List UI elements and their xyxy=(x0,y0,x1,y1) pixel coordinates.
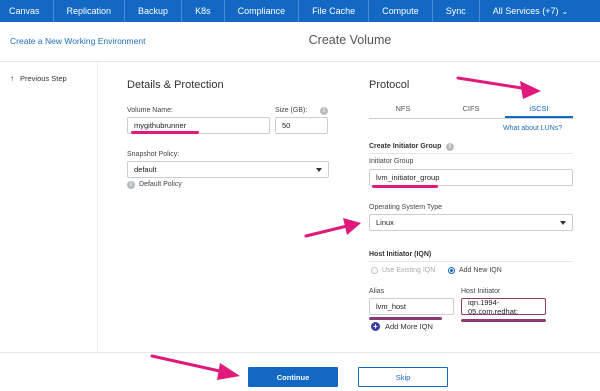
size-label: Size (GB): xyxy=(275,107,308,114)
previous-step-label: Previous Step xyxy=(20,74,67,83)
use-existing-iqn-label: Use Existing IQN xyxy=(382,267,436,274)
host-initiator-iqn-title: Host Initiator (IQN) xyxy=(369,251,432,258)
highlight-underline xyxy=(461,319,546,322)
volume-name-label: Volume Name: xyxy=(127,107,173,114)
add-more-iqn-label: Add More IQN xyxy=(385,322,433,331)
chevron-down-icon: ⌄ xyxy=(561,6,569,16)
arrow-head-icon xyxy=(520,81,541,99)
tab-cifs[interactable]: CIFS xyxy=(437,100,505,118)
os-type-select[interactable]: Linux xyxy=(369,214,573,231)
skip-button[interactable]: Skip xyxy=(358,367,448,387)
info-icon: i xyxy=(127,181,135,189)
sidebar-divider xyxy=(97,62,98,352)
add-new-iqn-label: Add New IQN xyxy=(459,267,502,274)
host-initiator-label: Host Initiator xyxy=(461,288,501,295)
highlight-underline xyxy=(131,131,199,134)
highlight-underline xyxy=(369,317,442,320)
continue-button[interactable]: Continue xyxy=(248,367,338,387)
info-icon: i xyxy=(320,107,328,115)
snapshot-policy-label: Snapshot Policy: xyxy=(127,151,180,158)
nav-file-cache[interactable]: File Cache xyxy=(299,0,368,22)
plus-icon: + xyxy=(371,322,380,331)
nav-replication[interactable]: Replication xyxy=(54,0,125,22)
size-input[interactable]: 50 xyxy=(275,117,328,134)
use-existing-iqn-radio[interactable] xyxy=(371,267,378,274)
os-type-label: Operating System Type xyxy=(369,204,443,211)
os-type-value: Linux xyxy=(376,218,394,227)
create-initiator-group-title: Create Initiator Group xyxy=(369,143,442,150)
tab-nfs[interactable]: NFS xyxy=(369,100,437,118)
add-new-iqn-radio[interactable] xyxy=(448,267,455,274)
section-divider xyxy=(369,261,573,262)
caret-down-icon xyxy=(560,220,566,225)
snapshot-policy-value: default xyxy=(134,165,157,174)
details-section-title: Details & Protection xyxy=(127,79,224,91)
initiator-group-input[interactable]: lvm_initiator_group xyxy=(369,169,573,186)
initiator-group-label: Initiator Group xyxy=(369,158,414,165)
snapshot-policy-select[interactable]: default xyxy=(127,161,329,178)
section-divider xyxy=(369,153,573,154)
nav-canvas[interactable]: Canvas xyxy=(0,0,53,22)
arrow-to-os-type xyxy=(304,224,349,238)
page-title: Create Volume xyxy=(308,33,392,47)
caret-down-icon xyxy=(316,167,322,172)
highlight-underline xyxy=(372,185,438,188)
nav-compliance[interactable]: Compliance xyxy=(225,0,299,22)
what-about-luns-link[interactable]: What about LUNs? xyxy=(503,125,562,132)
page-header: Create a New Working Environment Create … xyxy=(0,22,600,62)
protocol-section-title: Protocol xyxy=(369,79,410,91)
nav-sync[interactable]: Sync xyxy=(433,0,479,22)
tab-iscsi[interactable]: iSCSI xyxy=(505,100,573,118)
add-more-iqn-button[interactable]: + Add More IQN xyxy=(371,322,433,331)
default-policy-label: Default Policy xyxy=(139,181,182,188)
alias-input[interactable]: lvm_host xyxy=(369,298,454,315)
top-nav-bar: Canvas Replication Backup K8s Compliance… xyxy=(0,0,600,22)
previous-step-button[interactable]: ↑ Previous Step xyxy=(10,74,67,83)
nav-compute[interactable]: Compute xyxy=(369,0,432,22)
arrow-head-icon xyxy=(343,218,361,235)
info-icon: i xyxy=(446,143,454,151)
protocol-tabs: NFS CIFS iSCSI xyxy=(369,100,573,119)
arrow-up-icon: ↑ xyxy=(10,74,14,83)
nav-backup[interactable]: Backup xyxy=(125,0,181,22)
nav-k8s[interactable]: K8s xyxy=(182,0,224,22)
host-initiator-input[interactable]: iqn.1994-05.com.redhat: xyxy=(461,298,546,316)
nav-all-services-label: All Services (+7) xyxy=(492,5,559,16)
arrow-to-iscsi xyxy=(456,76,530,91)
nav-all-services[interactable]: All Services (+7) ⌄ xyxy=(480,0,581,23)
alias-label: Alias xyxy=(369,288,385,295)
footer-bar: Continue Skip xyxy=(0,352,600,391)
